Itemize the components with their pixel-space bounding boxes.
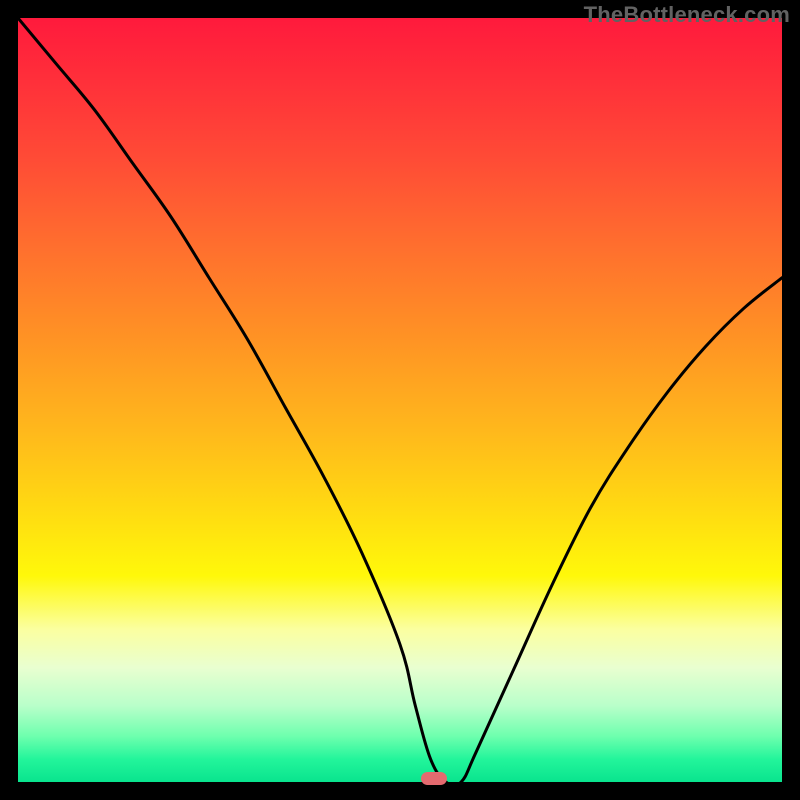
optimal-marker (421, 772, 447, 785)
bottleneck-curve (18, 18, 782, 782)
watermark-text: TheBottleneck.com (584, 2, 790, 28)
chart-frame: TheBottleneck.com (0, 0, 800, 800)
chart-plot-area (18, 18, 782, 782)
